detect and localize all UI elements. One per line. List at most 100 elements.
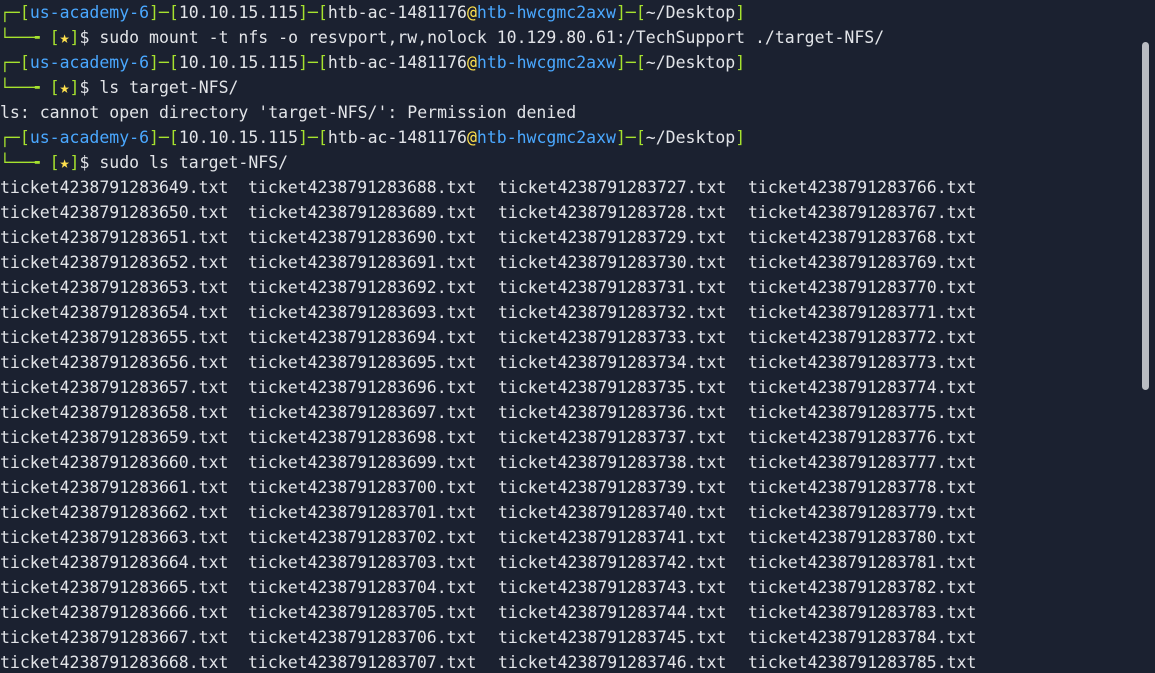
prompt-host: us-academy-6 (29, 128, 150, 147)
prompt-ip: 10.10.15.115 (178, 3, 299, 22)
file-name: ticket4238791283773.txt (748, 353, 977, 372)
file-name: ticket4238791283729.txt (498, 228, 727, 247)
error-output: ls: cannot open directory 'target-NFS/':… (0, 103, 577, 122)
prompt-user: htb-ac-1481176 (327, 128, 467, 147)
file-name: ticket4238791283658.txt (0, 403, 229, 422)
file-name: ticket4238791283740.txt (498, 503, 727, 522)
file-name: ticket4238791283732.txt (498, 303, 727, 322)
file-name: ticket4238791283774.txt (748, 378, 977, 397)
file-name: ticket4238791283698.txt (248, 428, 477, 447)
file-name: ticket4238791283690.txt (248, 228, 477, 247)
file-name: ticket4238791283778.txt (748, 478, 977, 497)
file-name: ticket4238791283660.txt (0, 453, 229, 472)
prompt-at: @ (466, 3, 477, 22)
file-name: ticket4238791283665.txt (0, 578, 229, 597)
file-name: ticket4238791283730.txt (498, 253, 727, 272)
file-name: ticket4238791283728.txt (498, 203, 727, 222)
file-name: ticket4238791283664.txt (0, 553, 229, 572)
file-name: ticket4238791283772.txt (748, 328, 977, 347)
prompt-host: us-academy-6 (29, 3, 150, 22)
prompt-user: htb-ac-1481176 (327, 53, 467, 72)
prompt-at: @ (466, 128, 477, 147)
prompt-line: ┌─[us-academy-6]─[10.10.15.115]─[htb-ac-… (0, 3, 746, 22)
file-name: ticket4238791283727.txt (498, 178, 727, 197)
prompt-machine: htb-hwcgmc2axw (476, 128, 616, 147)
file-name: ticket4238791283657.txt (0, 378, 229, 397)
prompt-at: @ (466, 53, 477, 72)
file-name: ticket4238791283785.txt (748, 653, 977, 672)
file-name: ticket4238791283663.txt (0, 528, 229, 547)
file-name: ticket4238791283777.txt (748, 453, 977, 472)
file-name: ticket4238791283650.txt (0, 203, 229, 222)
file-name: ticket4238791283705.txt (248, 603, 477, 622)
file-name: ticket4238791283770.txt (748, 278, 977, 297)
file-name: ticket4238791283706.txt (248, 628, 477, 647)
prompt-ip: 10.10.15.115 (178, 53, 299, 72)
file-name: ticket4238791283694.txt (248, 328, 477, 347)
file-name: ticket4238791283695.txt (248, 353, 477, 372)
terminal-window[interactable]: ┌─[us-academy-6]─[10.10.15.115]─[htb-ac-… (0, 0, 1155, 673)
command-text: sudo mount -t nfs -o resvport,rw,nolock … (99, 28, 885, 47)
file-name: ticket4238791283667.txt (0, 628, 229, 647)
file-name: ticket4238791283745.txt (498, 628, 727, 647)
file-name: ticket4238791283779.txt (748, 503, 977, 522)
file-name: ticket4238791283656.txt (0, 353, 229, 372)
file-name: ticket4238791283776.txt (748, 428, 977, 447)
file-name: ticket4238791283766.txt (748, 178, 977, 197)
file-name: ticket4238791283733.txt (498, 328, 727, 347)
file-name: ticket4238791283688.txt (248, 178, 477, 197)
file-name: ticket4238791283700.txt (248, 478, 477, 497)
file-name: ticket4238791283784.txt (748, 628, 977, 647)
scrollbar-thumb[interactable] (1142, 42, 1149, 390)
file-name: ticket4238791283775.txt (748, 403, 977, 422)
file-name: ticket4238791283783.txt (748, 603, 977, 622)
file-name: ticket4238791283743.txt (498, 578, 727, 597)
file-name: ticket4238791283780.txt (748, 528, 977, 547)
file-name: ticket4238791283767.txt (748, 203, 977, 222)
prompt-user: htb-ac-1481176 (327, 3, 467, 22)
file-name: ticket4238791283651.txt (0, 228, 229, 247)
file-name: ticket4238791283666.txt (0, 603, 229, 622)
file-name: ticket4238791283692.txt (248, 278, 477, 297)
command-line: └──╼ [★]$ ls target-NFS/ (0, 78, 239, 97)
file-name: ticket4238791283659.txt (0, 428, 229, 447)
file-name: ticket4238791283735.txt (498, 378, 727, 397)
file-name: ticket4238791283731.txt (498, 278, 727, 297)
scrollbar[interactable] (1140, 0, 1155, 673)
prompt-dir: ~/Desktop (645, 3, 736, 22)
file-name: ticket4238791283739.txt (498, 478, 727, 497)
file-name: ticket4238791283746.txt (498, 653, 727, 672)
command-text: ls target-NFS/ (99, 78, 239, 97)
file-name: ticket4238791283707.txt (248, 653, 477, 672)
file-name: ticket4238791283702.txt (248, 528, 477, 547)
file-name: ticket4238791283703.txt (248, 553, 477, 572)
file-name: ticket4238791283697.txt (248, 403, 477, 422)
file-name: ticket4238791283781.txt (748, 553, 977, 572)
file-name: ticket4238791283654.txt (0, 303, 229, 322)
file-name: ticket4238791283693.txt (248, 303, 477, 322)
file-name: ticket4238791283653.txt (0, 278, 229, 297)
prompt-ip: 10.10.15.115 (178, 128, 299, 147)
file-name: ticket4238791283704.txt (248, 578, 477, 597)
file-name: ticket4238791283738.txt (498, 453, 727, 472)
prompt-machine: htb-hwcgmc2axw (476, 53, 616, 72)
file-name: ticket4238791283696.txt (248, 378, 477, 397)
file-name: ticket4238791283661.txt (0, 478, 229, 497)
file-name: ticket4238791283768.txt (748, 228, 977, 247)
file-name: ticket4238791283737.txt (498, 428, 727, 447)
file-name: ticket4238791283741.txt (498, 528, 727, 547)
file-name: ticket4238791283662.txt (0, 503, 229, 522)
file-name: ticket4238791283668.txt (0, 653, 229, 672)
file-name: ticket4238791283769.txt (748, 253, 977, 272)
command-text: sudo ls target-NFS/ (99, 153, 289, 172)
prompt-star: ★ (59, 78, 70, 97)
file-name: ticket4238791283782.txt (748, 578, 977, 597)
file-name: ticket4238791283742.txt (498, 553, 727, 572)
command-line: └──╼ [★]$ sudo mount -t nfs -o resvport,… (0, 28, 885, 47)
prompt-machine: htb-hwcgmc2axw (476, 3, 616, 22)
prompt-star: ★ (59, 28, 70, 47)
file-name: ticket4238791283691.txt (248, 253, 477, 272)
file-name: ticket4238791283736.txt (498, 403, 727, 422)
prompt-line: ┌─[us-academy-6]─[10.10.15.115]─[htb-ac-… (0, 53, 746, 72)
file-name: ticket4238791283734.txt (498, 353, 727, 372)
